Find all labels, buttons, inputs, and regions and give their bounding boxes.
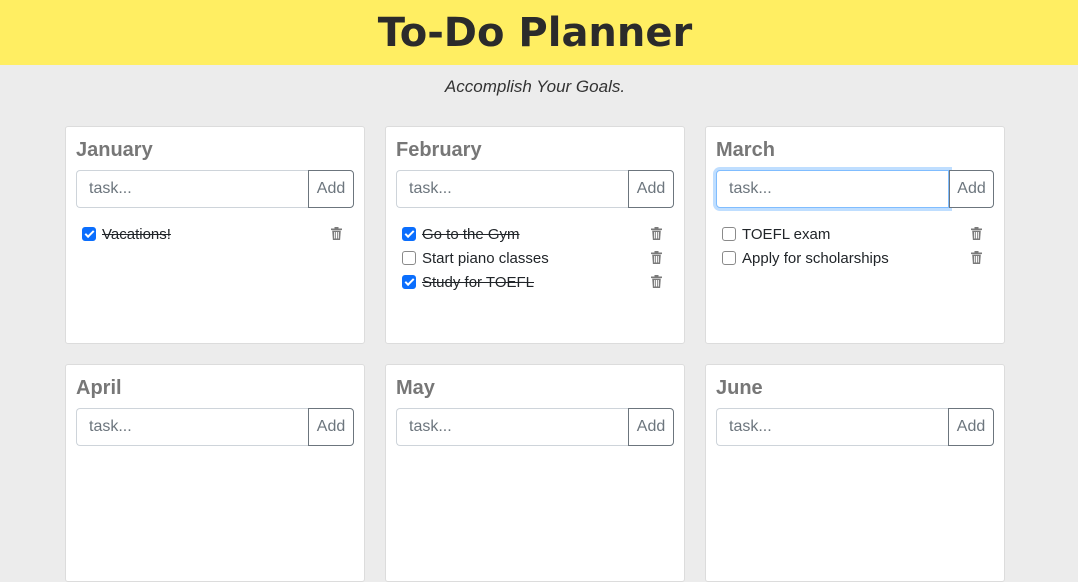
task-input[interactable] — [716, 408, 948, 446]
app-header: To-Do Planner — [0, 0, 1078, 65]
task-text: Study for TOEFL — [422, 273, 534, 291]
add-task-button[interactable]: Add — [308, 170, 354, 208]
page-title: To-Do Planner — [377, 9, 693, 56]
task-item: Study for TOEFL — [402, 270, 674, 294]
task-input-group: Add — [76, 408, 354, 446]
task-text: Apply for scholarships — [742, 249, 889, 267]
task-input[interactable] — [396, 170, 628, 208]
task-input-group: Add — [716, 170, 994, 208]
month-card-may: May Add — [385, 364, 685, 582]
task-item: Apply for scholarships — [722, 246, 994, 270]
task-input-group: Add — [76, 170, 354, 208]
month-title: February — [396, 139, 482, 161]
task-input-group: Add — [396, 408, 674, 446]
task-input[interactable] — [76, 408, 308, 446]
month-card-january: January Add Vacations! — [65, 126, 365, 344]
task-item: Go to the Gym — [402, 222, 674, 246]
month-title: April — [76, 377, 122, 399]
task-input[interactable] — [716, 170, 949, 208]
task-checkbox[interactable] — [722, 227, 736, 241]
task-checkbox[interactable] — [402, 275, 416, 289]
task-text: Go to the Gym — [422, 225, 520, 243]
task-checkbox[interactable] — [402, 227, 416, 241]
page-subtitle: Accomplish Your Goals. — [444, 77, 626, 96]
trash-icon[interactable] — [331, 227, 342, 240]
add-task-button[interactable]: Add — [628, 408, 674, 446]
months-grid: January Add Vacations! February Add Go to the… — [65, 126, 1005, 582]
trash-icon[interactable] — [971, 251, 982, 264]
month-title: January — [76, 139, 153, 161]
month-title: May — [396, 377, 435, 399]
add-task-button[interactable]: Add — [628, 170, 674, 208]
month-card-february: February Add Go to the Gym Start piano clas… — [385, 126, 685, 344]
task-list: Go to the Gym Start piano classes Study fo… — [396, 222, 674, 294]
add-task-button[interactable]: Add — [948, 408, 994, 446]
month-card-june: June Add — [705, 364, 1005, 582]
trash-icon[interactable] — [651, 275, 662, 288]
trash-icon[interactable] — [651, 227, 662, 240]
month-card-april: April Add — [65, 364, 365, 582]
task-text: Vacations! — [102, 225, 171, 243]
trash-icon[interactable] — [651, 251, 662, 264]
task-text: TOEFL exam — [742, 225, 831, 243]
add-task-button[interactable]: Add — [308, 408, 354, 446]
task-input[interactable] — [76, 170, 308, 208]
task-item: TOEFL exam — [722, 222, 994, 246]
task-item: Vacations! — [82, 222, 354, 246]
task-input-group: Add — [716, 408, 994, 446]
trash-icon[interactable] — [971, 227, 982, 240]
task-item: Start piano classes — [402, 246, 674, 270]
task-input-group: Add — [396, 170, 674, 208]
task-checkbox[interactable] — [82, 227, 96, 241]
task-list: TOEFL exam Apply for scholarships — [716, 222, 994, 270]
task-input[interactable] — [396, 408, 628, 446]
task-checkbox[interactable] — [402, 251, 416, 265]
task-checkbox[interactable] — [722, 251, 736, 265]
add-task-button[interactable]: Add — [949, 170, 994, 208]
month-card-march: March Add TOEFL exam Apply for scholarships — [705, 126, 1005, 344]
task-text: Start piano classes — [422, 249, 549, 267]
task-list: Vacations! — [76, 222, 354, 246]
month-title: June — [716, 377, 763, 399]
month-title: March — [716, 139, 775, 161]
